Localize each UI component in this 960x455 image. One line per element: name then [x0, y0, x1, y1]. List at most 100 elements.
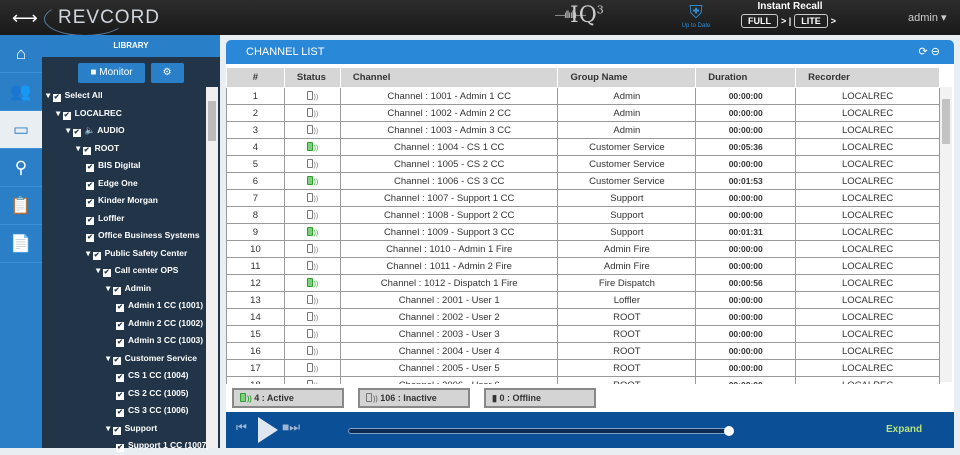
- play-button[interactable]: [258, 417, 278, 443]
- tree-item[interactable]: ✔ Admin 1 CC (1001): [42, 297, 206, 315]
- checkbox[interactable]: ✔: [102, 269, 111, 277]
- table-row[interactable]: 14)) Channel : 2002 - User 2 ROOT 00:00:00 L…: [226, 308, 940, 326]
- active-count[interactable]: )) 4 : Active: [232, 388, 344, 408]
- column-header[interactable]: Status: [283, 67, 341, 88]
- checkbox[interactable]: ✔: [116, 391, 124, 400]
- tree-item[interactable]: ✔ Kinder Morgan: [42, 192, 206, 210]
- users-icon[interactable]: 👥: [0, 73, 42, 111]
- caret-icon[interactable]: ▾: [56, 108, 63, 118]
- checkbox[interactable]: ✔: [112, 286, 121, 295]
- tree-item[interactable]: ▾ ✔ Select All: [42, 87, 206, 105]
- tree-item[interactable]: ▾ ✔ Admin: [42, 280, 206, 298]
- checkbox[interactable]: ✔: [86, 216, 94, 225]
- checkbox[interactable]: ✔: [62, 111, 71, 120]
- caret-icon[interactable]: ▾: [106, 353, 113, 363]
- table-row[interactable]: 11)) Channel : 1011 - Admin 2 Fire Admin F…: [226, 257, 940, 275]
- tree-item[interactable]: ✔ CS 1 CC (1004): [42, 367, 206, 385]
- user-menu[interactable]: admin ▾: [908, 11, 947, 24]
- lite-button[interactable]: LITE: [794, 14, 828, 28]
- table-row[interactable]: 8)) Channel : 1008 - Support 2 CC Support 0…: [226, 206, 940, 224]
- checkbox[interactable]: ✔: [86, 234, 94, 242]
- checkbox[interactable]: ✔: [52, 94, 61, 102]
- tree-item[interactable]: ▾ ✔ Support: [42, 420, 206, 438]
- table-row[interactable]: 9)) Channel : 1009 - Support 3 CC Support 0…: [226, 223, 940, 241]
- caret-icon[interactable]: ▾: [66, 125, 73, 135]
- tree-item[interactable]: ✔ CS 2 CC (1005): [42, 385, 206, 403]
- tree-item[interactable]: ▾ ✔ ROOT: [42, 140, 206, 158]
- offline-count[interactable]: ▮ 0 : Offline: [484, 388, 596, 408]
- column-header[interactable]: Duration: [695, 67, 797, 88]
- table-row[interactable]: 10)) Channel : 1010 - Admin 1 Fire Admin F…: [226, 240, 940, 258]
- tree-scrollbar[interactable]: [206, 87, 218, 448]
- caret-icon[interactable]: ▾: [76, 143, 83, 153]
- caret-icon[interactable]: ▾: [106, 423, 113, 433]
- refresh-icon[interactable]: ⟳: [919, 46, 928, 58]
- tree-item[interactable]: ✔ Loffler: [42, 210, 206, 228]
- checkbox[interactable]: ✔: [86, 164, 94, 172]
- tree-item[interactable]: ✔ Admin 2 CC (1002): [42, 315, 206, 333]
- progress-knob[interactable]: [724, 426, 734, 436]
- checkbox[interactable]: ✔: [86, 199, 94, 207]
- full-button[interactable]: FULL: [740, 14, 778, 28]
- table-row[interactable]: 4)) Channel : 1004 - CS 1 CC Customer Serv…: [226, 138, 940, 156]
- table-row[interactable]: 5)) Channel : 1005 - CS 2 CC Customer Serv…: [226, 155, 940, 173]
- tree-item[interactable]: ✔ BIS Digital: [42, 157, 206, 175]
- search-icon[interactable]: ⚲: [0, 149, 42, 187]
- column-header[interactable]: Recorder: [795, 67, 940, 88]
- checkbox[interactable]: ✔: [116, 339, 124, 347]
- shield-icon[interactable]: ⛨ Up to Date: [676, 2, 716, 29]
- table-row[interactable]: 6)) Channel : 1006 - CS 3 CC Customer Serv…: [226, 172, 940, 190]
- tree-item[interactable]: ▾ ✔ Call center OPS: [42, 262, 206, 280]
- table-row[interactable]: 3)) Channel : 1003 - Admin 3 CC Admin 00:00…: [226, 121, 940, 139]
- checkbox[interactable]: ✔: [116, 321, 124, 330]
- tree-item[interactable]: ✔ Admin 3 CC (1003): [42, 332, 206, 350]
- expand-button[interactable]: Expand: [886, 424, 922, 435]
- checkbox[interactable]: ✔: [92, 251, 101, 260]
- rewind-icon[interactable]: ⏮: [236, 420, 247, 435]
- table-row[interactable]: 12)) Channel : 1012 - Dispatch 1 Fire Fire…: [226, 274, 940, 292]
- home-icon[interactable]: ⌂: [0, 35, 42, 73]
- table-scrollbar[interactable]: [940, 87, 952, 382]
- checkbox[interactable]: ✔: [116, 444, 124, 452]
- table-row[interactable]: 17)) Channel : 2005 - User 5 ROOT 00:00:00 L…: [226, 359, 940, 377]
- clipboard-icon[interactable]: 📋: [0, 187, 42, 225]
- checkbox[interactable]: ✔: [72, 129, 81, 137]
- tree-item[interactable]: ✔ Support 1 CC (1007): [42, 437, 209, 455]
- caret-icon[interactable]: ▾: [86, 248, 93, 258]
- checkbox[interactable]: ✔: [116, 304, 124, 312]
- caret-icon[interactable]: ▾: [46, 90, 53, 100]
- caret-icon[interactable]: ▾: [106, 283, 113, 293]
- checkbox[interactable]: ✔: [116, 374, 124, 382]
- expand-arrows-icon[interactable]: ⟷: [12, 8, 38, 29]
- tree-item[interactable]: ✔ Office Business Systems: [42, 227, 206, 245]
- table-row[interactable]: 7)) Channel : 1007 - Support 1 CC Support 0…: [226, 189, 940, 207]
- checkbox[interactable]: ✔: [112, 356, 121, 365]
- column-header[interactable]: #: [226, 67, 285, 88]
- stop-forward-icon[interactable]: ■⏭: [282, 420, 300, 435]
- inactive-count[interactable]: )) 106 : Inactive: [358, 388, 470, 408]
- tree-item[interactable]: ▾ ✔ LOCALREC: [42, 105, 206, 123]
- tree-item[interactable]: ✔ CS 3 CC (1006): [42, 402, 206, 420]
- progress-slider[interactable]: [348, 428, 728, 434]
- table-row[interactable]: 15)) Channel : 2003 - User 3 ROOT 00:00:00 L…: [226, 325, 940, 343]
- checkbox[interactable]: ✔: [82, 146, 91, 155]
- column-header[interactable]: Channel: [339, 67, 559, 88]
- tree-item[interactable]: ✔ Edge One: [42, 175, 206, 193]
- checkbox[interactable]: ✔: [86, 181, 94, 190]
- table-row[interactable]: 1)) Channel : 1001 - Admin 1 CC Admin 00:00…: [226, 87, 940, 105]
- table-row[interactable]: 16)) Channel : 2004 - User 4 ROOT 00:00:00 L…: [226, 342, 940, 360]
- settings-button[interactable]: ⚙: [150, 63, 184, 83]
- monitor-icon[interactable]: ▭: [0, 111, 42, 149]
- caret-icon[interactable]: ▾: [96, 265, 103, 275]
- checkbox[interactable]: ✔: [112, 426, 121, 435]
- tree-item[interactable]: ▾ ✔ 🔈 AUDIO: [42, 122, 206, 140]
- tree-item[interactable]: ▾ ✔ Public Safety Center: [42, 245, 206, 263]
- collapse-icon[interactable]: ⊖: [931, 46, 940, 58]
- tree-item[interactable]: ▾ ✔ Customer Service: [42, 350, 206, 368]
- checkbox[interactable]: ✔: [116, 409, 124, 417]
- monitor-button[interactable]: ■ Monitor: [78, 63, 145, 83]
- column-header[interactable]: Group Name: [557, 67, 697, 88]
- table-row[interactable]: 13)) Channel : 2001 - User 1 Loffler 00:00:…: [226, 291, 940, 309]
- report-icon[interactable]: 📄: [0, 225, 42, 263]
- table-row[interactable]: 2)) Channel : 1002 - Admin 2 CC Admin 00:00…: [226, 104, 940, 122]
